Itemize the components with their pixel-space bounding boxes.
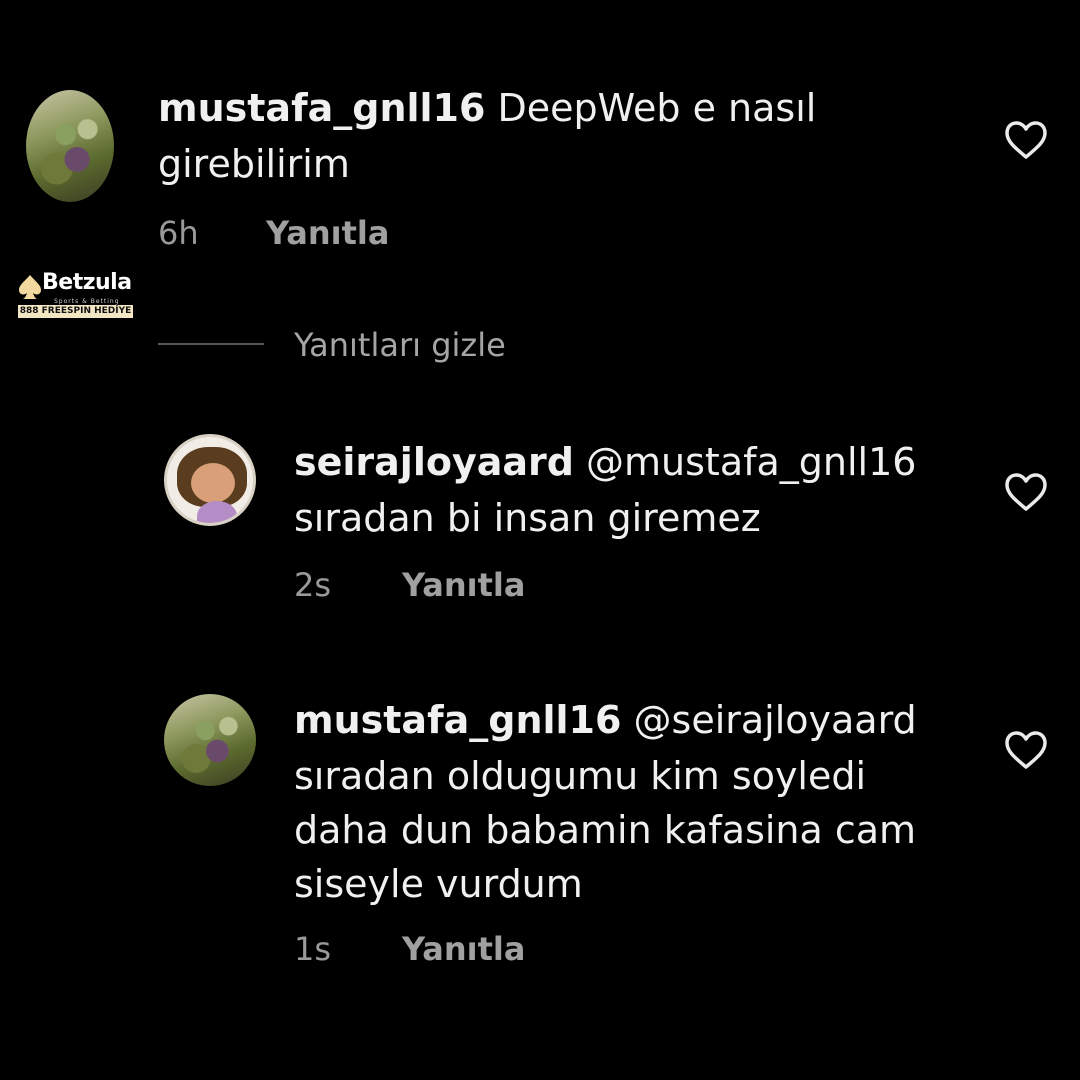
reply-button[interactable]: Yanıtla [402,566,525,604]
reply-timestamp: 2s [294,566,332,604]
reply-text: seirajloyaard @mustafa_gnll16 [294,434,916,490]
heart-icon[interactable] [1004,730,1048,770]
reply-mention[interactable]: @seirajloyaard [621,698,917,742]
reply-username[interactable]: mustafa_gnll16 [294,698,621,742]
reply-text: mustafa_gnll16 @seirajloyaard [294,692,917,748]
reply-timestamp: 1s [294,930,332,968]
reply-body-line1: sıradan oldugumu kim soyledi [294,754,867,798]
reply-button[interactable]: Yanıtla [266,214,389,252]
comment-body-line2: girebilirim [158,142,350,186]
brand-tagline: Sports & Betting [54,298,120,305]
comment-timestamp: 6h [158,214,199,252]
heart-icon[interactable] [1004,120,1048,160]
reply-username[interactable]: seirajloyaard [294,440,574,484]
avatar[interactable] [164,694,256,786]
reply-body-line3: siseyle vurdum [294,862,583,906]
reply-body: sıradan bi insan giremez [294,496,761,540]
comment-username[interactable]: mustafa_gnll16 [158,86,485,130]
hide-replies-divider [158,343,264,345]
avatar[interactable] [26,90,114,202]
spade-icon [19,275,41,299]
comment-text: mustafa_gnll16 DeepWeb e nasıl [158,80,816,136]
comment-body: DeepWeb e nasıl [485,86,817,130]
reply-button[interactable]: Yanıtla [402,930,525,968]
hide-replies-button[interactable]: Yanıtları gizle [294,326,506,364]
brand-name: Betzula [42,270,132,295]
heart-icon[interactable] [1004,472,1048,512]
reply-body-line2: daha dun babamin kafasina cam [294,808,917,852]
reply-mention[interactable]: @mustafa_gnll16 [574,440,916,484]
avatar[interactable] [164,434,256,526]
brand-promo: 888 FREESPIN HEDİYE [18,305,133,318]
